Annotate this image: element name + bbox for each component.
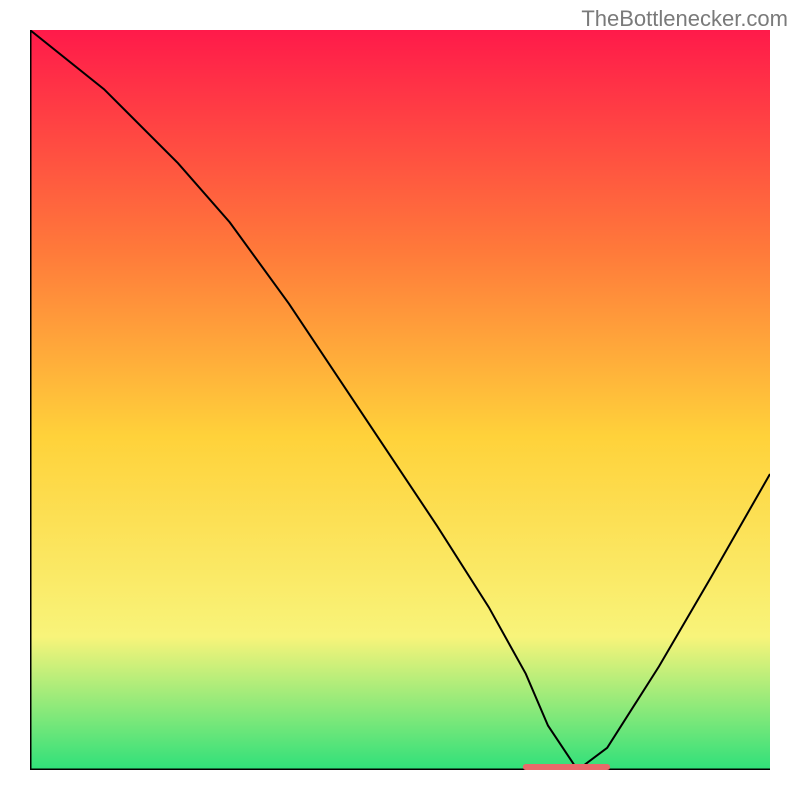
chart-svg (30, 30, 770, 770)
chart-container: TheBottlenecker.com (0, 0, 800, 800)
watermark-text: TheBottlenecker.com (581, 6, 788, 32)
gradient-background (30, 30, 770, 770)
plot-area (30, 30, 770, 770)
